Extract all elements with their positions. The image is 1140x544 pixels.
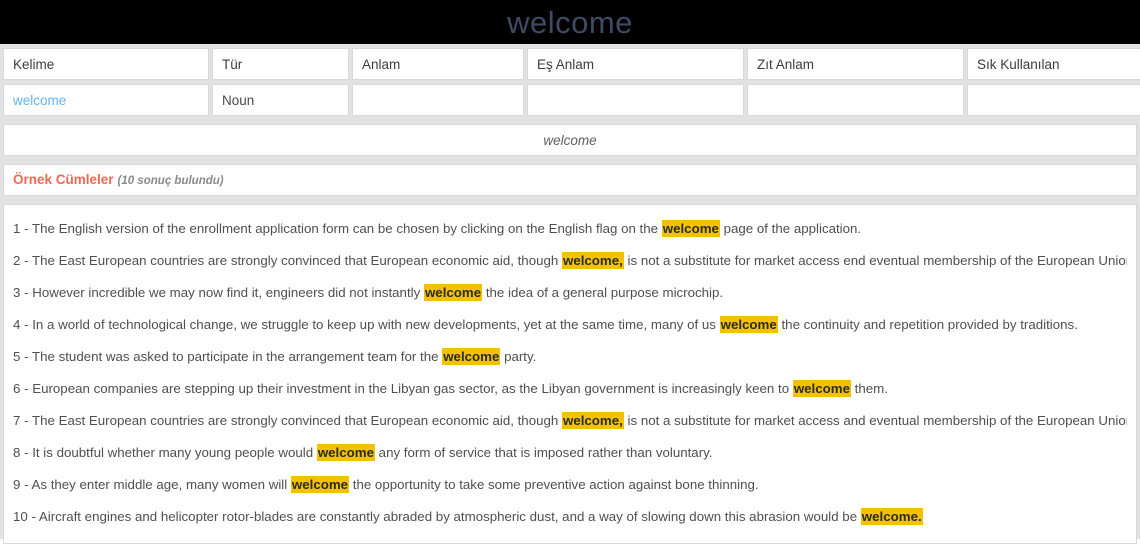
table-body: welcome Noun	[3, 84, 1140, 116]
list-item: 5 - The student was asked to participate…	[13, 341, 1127, 373]
sentence-text-after: is not a substitute for market access an…	[623, 413, 1127, 428]
list-item: 9 - As they enter middle age, many women…	[13, 469, 1127, 501]
column-header-tur: Tür	[212, 48, 349, 80]
sentence-number: 5 -	[13, 349, 32, 364]
page-root: welcome Kelime Tür Anlam Eş Anlam Zıt An…	[0, 0, 1140, 544]
cell-tur: Noun	[212, 84, 349, 116]
list-item: 4 - In a world of technological change, …	[13, 309, 1127, 341]
examples-title: Örnek Cümleler	[13, 172, 114, 187]
sentence-number: 9 -	[13, 477, 32, 492]
sentence-number: 3 -	[13, 285, 33, 300]
sentence-text-before: In a world of technological change, we s…	[32, 317, 720, 332]
sentence-number: 4 -	[13, 317, 33, 332]
sentence-number: 7 -	[13, 413, 32, 428]
sentence-highlight: welcome	[792, 380, 851, 397]
table-header-row: Kelime Tür Anlam Eş Anlam Zıt Anlam Sık …	[3, 48, 1140, 80]
column-header-zit-anlam: Zıt Anlam	[747, 48, 964, 80]
word-strip-text: welcome	[3, 124, 1137, 156]
sentence-text-before: The East European countries are strongly…	[31, 413, 562, 428]
cell-anlam	[352, 84, 524, 116]
examples-list: 1 - The English version of the enrollmen…	[3, 204, 1137, 544]
word-link-welcome[interactable]: welcome	[13, 93, 66, 108]
sentence-text-after: page of the application.	[719, 221, 862, 236]
sentence-number: 2 -	[13, 253, 32, 268]
list-item: 10 - Aircraft engines and helicopter rot…	[13, 501, 1127, 533]
sentence-highlight: welcome	[423, 284, 483, 301]
sentence-number: 10 -	[13, 509, 39, 524]
cell-zit-anlam	[747, 84, 964, 116]
sentence-text-after: the continuity and repetition provided b…	[777, 317, 1078, 332]
sentence-highlight: welcome	[661, 220, 720, 237]
sentence-text-before: The student was asked to participate in …	[31, 349, 443, 364]
list-item: 2 - The East European countries are stro…	[13, 245, 1127, 277]
cell-kelime: welcome	[3, 84, 209, 116]
sentence-text-before: However incredible we may now find it, e…	[32, 285, 424, 300]
cell-sik-kullanilan	[967, 84, 1140, 116]
list-item: 8 - It is doubtful whether many young pe…	[13, 437, 1127, 469]
column-header-es-anlam: Eş Anlam	[527, 48, 744, 80]
sentence-number: 6 -	[13, 381, 33, 396]
column-header-sik-kullanilan: Sık Kullanılan	[967, 48, 1140, 80]
sentence-text-before: European companies are stepping up their…	[32, 381, 793, 396]
sentence-highlight: welcome.	[860, 508, 923, 525]
table-row: welcome Noun	[3, 84, 1140, 116]
word-attributes-table: Kelime Tür Anlam Eş Anlam Zıt Anlam Sık …	[0, 44, 1140, 120]
sentence-text-before: As they enter middle age, many women wil…	[31, 477, 291, 492]
page-title: welcome	[507, 4, 633, 40]
list-item: 6 - European companies are stepping up t…	[13, 373, 1127, 405]
sentence-text-after: the idea of a general purpose microchip.	[482, 285, 724, 300]
sentence-text-after: any form of service that is imposed rath…	[374, 445, 713, 460]
sentence-number: 1 -	[13, 221, 32, 236]
examples-header-table: Örnek Cümleler (10 sonuç bulundu)	[0, 160, 1140, 200]
sentence-text-after: party.	[500, 349, 537, 364]
header-banner: welcome	[0, 0, 1140, 44]
sentence-text-before: Aircraft engines and helicopter rotor-bl…	[38, 509, 861, 524]
sentence-highlight: welcome,	[561, 412, 624, 429]
cell-es-anlam	[527, 84, 744, 116]
sentence-text-before: It is doubtful whether many young people…	[32, 445, 317, 460]
word-strip-table: welcome	[0, 120, 1140, 160]
column-header-kelime: Kelime	[3, 48, 209, 80]
examples-header-cell: Örnek Cümleler (10 sonuç bulundu)	[3, 164, 1137, 196]
list-item: 1 - The English version of the enrollmen…	[13, 213, 1127, 245]
sentence-text-before: The English version of the enrollment ap…	[31, 221, 662, 236]
sentence-highlight: welcome	[719, 316, 778, 333]
sentence-text-after: them.	[850, 381, 888, 396]
sentence-number: 8 -	[13, 445, 33, 460]
sentence-highlight: welcome	[316, 444, 375, 461]
list-item: 7 - The East European countries are stro…	[13, 405, 1127, 437]
column-header-anlam: Anlam	[352, 48, 524, 80]
list-item: 3 - However incredible we may now find i…	[13, 277, 1127, 309]
table-head: Kelime Tür Anlam Eş Anlam Zıt Anlam Sık …	[3, 48, 1140, 80]
sentence-highlight: welcome	[290, 476, 350, 493]
sentence-highlight: welcome	[442, 348, 501, 365]
sentence-text-before: The East European countries are strongly…	[31, 253, 562, 268]
sentence-highlight: welcome,	[561, 252, 624, 269]
sentence-text-after: the opportunity to take some preventive …	[349, 477, 759, 492]
sentence-text-after: is not a substitute for market access en…	[623, 253, 1127, 268]
examples-count: (10 sonuç bulundu)	[117, 175, 224, 187]
